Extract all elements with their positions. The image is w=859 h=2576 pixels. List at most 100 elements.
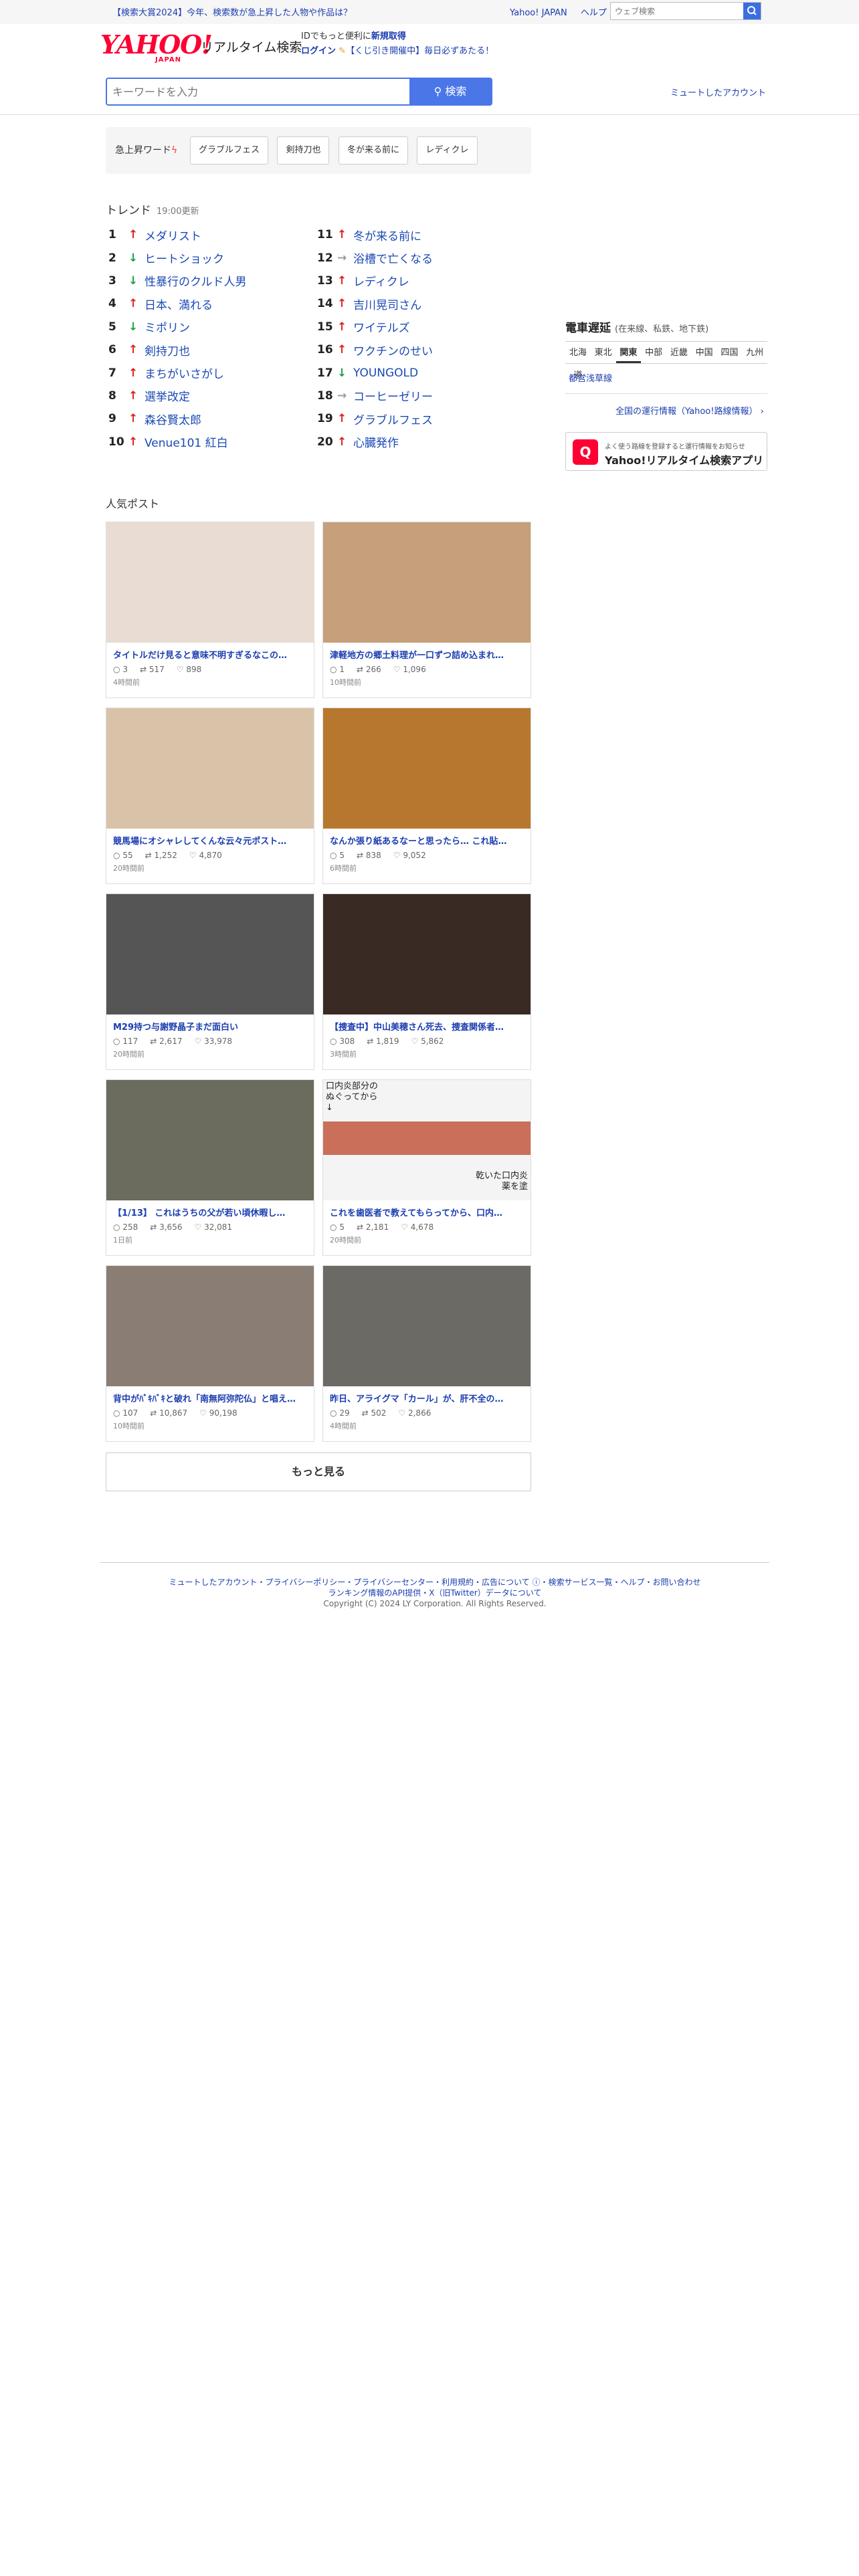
- help-link[interactable]: ヘルプ: [581, 8, 607, 18]
- post-card[interactable]: 口内炎部分の ぬぐってから ↓ 乾いた口内炎 薬を塗 これを歯医者で教えてもらってか…: [322, 1079, 531, 1256]
- trend-keyword[interactable]: ワクチンのせい: [353, 342, 433, 358]
- repost-count[interactable]: ⇄ 1,252: [145, 851, 177, 860]
- post-caption[interactable]: なんか張り紙あるなーと思ったら… これ貼…: [323, 829, 531, 847]
- repost-count[interactable]: ⇄ 10,867: [150, 1408, 187, 1418]
- post-card[interactable]: 昨日、アライグマ「カール」が、肝不全の… ○ 29 ⇄ 502 ♡ 2,866 4時間前: [322, 1265, 531, 1442]
- post-card[interactable]: なんか張り紙あるなーと思ったら… これ貼… ○ 5 ⇄ 838 ♡ 9,052 6時間前: [322, 708, 531, 884]
- trend-item[interactable]: 12 → 浴槽で亡くなる: [317, 246, 524, 269]
- reply-count[interactable]: ○ 5: [330, 1222, 345, 1232]
- trend-item[interactable]: 3 ↓ 性暴行のクルド人男: [108, 270, 316, 292]
- trend-item[interactable]: 5 ↓ ミポリン: [108, 316, 316, 338]
- rising-tag[interactable]: 冬が来る前に: [338, 136, 408, 165]
- post-card[interactable]: タイトルだけ見ると意味不明すぎるなこの… ○ 3 ⇄ 517 ♡ 898 4時間前: [106, 522, 314, 698]
- region-tab[interactable]: 中国: [692, 342, 717, 363]
- footer-links-2[interactable]: ランキング情報のAPI提供・X（旧Twitter）データについて: [100, 1588, 769, 1598]
- like-count[interactable]: ♡ 32,081: [194, 1222, 232, 1232]
- like-count[interactable]: ♡ 2,866: [398, 1408, 431, 1418]
- trend-item[interactable]: 19 ↑ グラブルフェス: [317, 407, 524, 430]
- trend-keyword[interactable]: 性暴行のクルド人男: [145, 272, 247, 289]
- trend-keyword[interactable]: 剣持刀也: [145, 342, 190, 358]
- trend-item[interactable]: 6 ↑ 剣持刀也: [108, 338, 316, 361]
- trend-keyword[interactable]: ワイテルズ: [353, 318, 410, 335]
- like-count[interactable]: ♡ 9,052: [393, 851, 426, 860]
- trend-keyword[interactable]: メダリスト: [145, 227, 201, 243]
- login-link[interactable]: ログイン: [301, 46, 336, 56]
- trend-item[interactable]: 13 ↑ レディクレ: [317, 270, 524, 292]
- trend-keyword[interactable]: 吉川晃司さん: [353, 296, 421, 312]
- reply-count[interactable]: ○ 117: [113, 1037, 138, 1046]
- trend-keyword[interactable]: Venue101 紅白: [145, 433, 228, 450]
- rail-line-toei[interactable]: 都営浅草線: [569, 371, 612, 384]
- region-tab[interactable]: 北海道: [565, 342, 591, 381]
- repost-count[interactable]: ⇄ 502: [362, 1408, 387, 1418]
- main-search-button[interactable]: ⚲ 検索: [409, 79, 491, 104]
- post-caption[interactable]: 【1/13】 これはうちの父が若い頃休暇し…: [106, 1200, 314, 1218]
- trend-keyword[interactable]: グラブルフェス: [353, 411, 433, 427]
- repost-count[interactable]: ⇄ 266: [357, 665, 381, 674]
- post-caption[interactable]: 昨日、アライグマ「カール」が、肝不全の…: [323, 1386, 531, 1404]
- region-tab[interactable]: 関東: [615, 342, 642, 363]
- reply-count[interactable]: ○ 29: [330, 1408, 350, 1418]
- post-caption[interactable]: 【捜査中】中山美穂さん死去、捜査関係者…: [323, 1014, 531, 1033]
- like-count[interactable]: ♡ 898: [177, 665, 202, 674]
- rising-tag[interactable]: 剣持刀也: [277, 136, 330, 165]
- repost-count[interactable]: ⇄ 1,819: [367, 1037, 399, 1046]
- trend-item[interactable]: 14 ↑ 吉川晃司さん: [317, 292, 524, 315]
- all-rail-info-link[interactable]: 全国の運行情報（Yahoo!路線情報） ›: [615, 404, 764, 417]
- web-search-input[interactable]: [611, 3, 742, 19]
- like-count[interactable]: ♡ 33,978: [194, 1037, 232, 1046]
- lottery-link[interactable]: 【くじ引き開催中】毎日必ずあたる！: [346, 46, 494, 56]
- post-card[interactable]: 【1/13】 これはうちの父が若い頃休暇し… ○ 258 ⇄ 3,656 ♡ 32,0…: [106, 1079, 314, 1256]
- trend-item[interactable]: 16 ↑ ワクチンのせい: [317, 338, 524, 361]
- trend-item[interactable]: 11 ↑ 冬が来る前に: [317, 223, 524, 246]
- trend-keyword[interactable]: まちがいさがし: [145, 364, 224, 381]
- post-card[interactable]: 競馬場にオシャレしてくんな云々元ポスト… ○ 55 ⇄ 1,252 ♡ 4,870 20…: [106, 708, 314, 884]
- post-caption[interactable]: M29持つ与謝野晶子まだ面白い: [106, 1014, 314, 1033]
- muted-accounts-link[interactable]: ミュートしたアカウント: [670, 86, 766, 98]
- trend-item[interactable]: 9 ↑ 森谷賢太郎: [108, 407, 316, 430]
- trend-item[interactable]: 15 ↑ ワイテルズ: [317, 316, 524, 338]
- region-tab[interactable]: 東北: [591, 342, 616, 363]
- repost-count[interactable]: ⇄ 3,656: [150, 1222, 182, 1232]
- like-count[interactable]: ♡ 1,096: [393, 665, 426, 674]
- rising-tag[interactable]: グラブルフェス: [190, 136, 269, 165]
- post-caption[interactable]: 競馬場にオシャレしてくんな云々元ポスト…: [106, 829, 314, 847]
- trend-keyword[interactable]: 日本、満れる: [145, 296, 213, 312]
- trend-keyword[interactable]: YOUNGOLD: [353, 366, 418, 380]
- repost-count[interactable]: ⇄ 2,617: [150, 1037, 182, 1046]
- trend-keyword[interactable]: 選挙改定: [145, 387, 190, 404]
- like-count[interactable]: ♡ 4,678: [401, 1222, 434, 1232]
- like-count[interactable]: ♡ 5,862: [411, 1037, 444, 1046]
- post-caption[interactable]: これを歯医者で教えてもらってから、口内…: [323, 1200, 531, 1218]
- promo-link[interactable]: 【検索大賞2024】今年、検索数が急上昇した人物や作品は？: [112, 5, 352, 18]
- repost-count[interactable]: ⇄ 517: [140, 665, 165, 674]
- trend-keyword[interactable]: 心臓発作: [353, 433, 399, 450]
- trend-item[interactable]: 4 ↑ 日本、満れる: [108, 292, 316, 315]
- like-count[interactable]: ♡ 4,870: [189, 851, 222, 860]
- trend-item[interactable]: 20 ↑ 心臓発作: [317, 431, 524, 453]
- trend-keyword[interactable]: コーヒーゼリー: [353, 387, 433, 404]
- trend-item[interactable]: 1 ↑ メダリスト: [108, 223, 316, 246]
- trend-keyword[interactable]: レディクレ: [353, 272, 409, 289]
- reply-count[interactable]: ○ 107: [113, 1408, 138, 1418]
- more-button[interactable]: もっと見る: [106, 1453, 531, 1491]
- region-tab[interactable]: 中部: [641, 342, 666, 363]
- reply-count[interactable]: ○ 55: [113, 851, 133, 860]
- trend-keyword[interactable]: ヒートショック: [145, 249, 224, 266]
- trend-keyword[interactable]: 森谷賢太郎: [145, 411, 201, 427]
- post-caption[interactable]: 津軽地方の郷土料理が一口ずつ詰め込まれ…: [323, 643, 531, 661]
- post-card[interactable]: 【捜査中】中山美穂さん死去、捜査関係者… ○ 308 ⇄ 1,819 ♡ 5,862 3…: [322, 893, 531, 1070]
- reply-count[interactable]: ○ 258: [113, 1222, 138, 1232]
- post-caption[interactable]: 背中がﾊﾞｷﾊﾞｷと破れ「南無阿弥陀仏」と唱え…: [106, 1386, 314, 1404]
- region-tab[interactable]: 九州: [742, 342, 767, 363]
- app-banner[interactable]: Q よく使う路線を登録すると運行情報をお知らせ Yahoo!リアルタイム検索アプ…: [565, 432, 767, 471]
- like-count[interactable]: ♡ 90,198: [199, 1408, 237, 1418]
- region-tab[interactable]: 四国: [717, 342, 743, 363]
- yahoo-japan-link[interactable]: Yahoo! JAPAN: [510, 8, 567, 18]
- main-search-input[interactable]: [107, 79, 408, 104]
- footer-links[interactable]: ミュートしたアカウント・プライバシーポリシー・プライバシーセンター・利用規約・広…: [100, 1577, 769, 1588]
- reply-count[interactable]: ○ 5: [330, 851, 345, 860]
- post-card[interactable]: 背中がﾊﾞｷﾊﾞｷと破れ「南無阿弥陀仏」と唱え… ○ 107 ⇄ 10,867 ♡ 9…: [106, 1265, 314, 1442]
- trend-item[interactable]: 18 → コーヒーゼリー: [317, 385, 524, 407]
- trend-item[interactable]: 2 ↓ ヒートショック: [108, 246, 316, 269]
